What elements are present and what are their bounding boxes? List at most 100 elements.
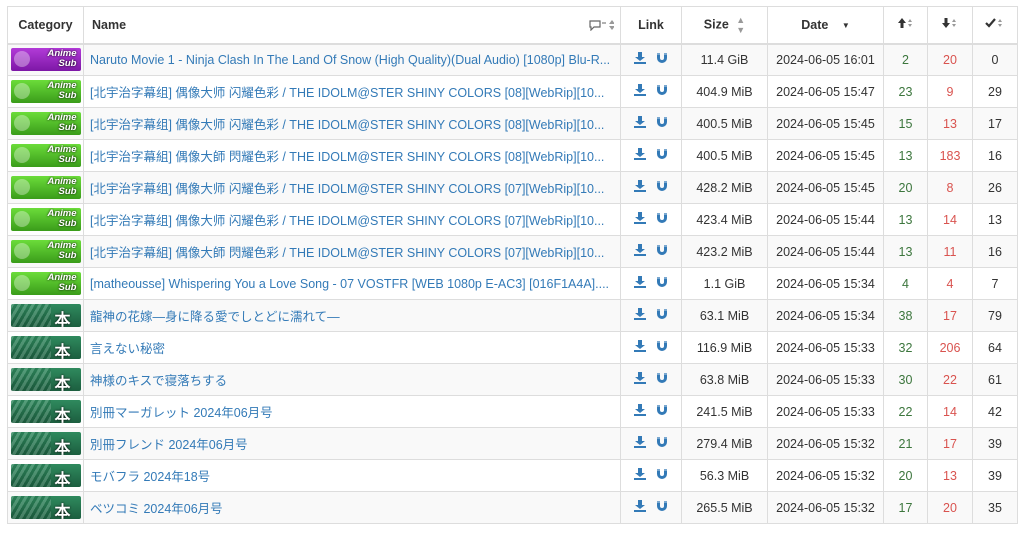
torrent-title-link[interactable]: [北宇治字幕組] 偶像大師 閃耀色彩 / THE IDOLM@STER SHIN… (90, 150, 604, 164)
category-book-badge[interactable]: 本 (10, 368, 81, 391)
download-icon[interactable] (634, 468, 646, 480)
name-cell: [matheousse] Whispering You a Love Song … (83, 267, 621, 300)
download-icon[interactable] (634, 500, 646, 512)
magnet-icon[interactable] (656, 84, 668, 96)
magnet-icon[interactable] (656, 308, 668, 320)
size-cell: 400.5 MiB (681, 107, 768, 140)
column-date[interactable]: Date ▼ (767, 6, 884, 45)
magnet-icon[interactable] (656, 52, 668, 64)
category-anime-sub-badge[interactable]: Anime Sub (10, 144, 81, 167)
date-cell: 2024-06-05 15:32 (767, 459, 884, 492)
category-anime-sub-badge[interactable]: Anime Sub (10, 272, 81, 295)
column-size[interactable]: Size ▲ ▼ (681, 6, 768, 45)
leechers-cell: 183 (927, 139, 973, 172)
leechers-cell: 14 (927, 203, 973, 236)
completed-cell: 42 (972, 395, 1018, 428)
link-cell (620, 171, 682, 204)
magnet-icon[interactable] (656, 436, 668, 448)
column-seeders[interactable] (883, 6, 928, 45)
download-icon[interactable] (634, 404, 646, 416)
download-icon[interactable] (634, 180, 646, 192)
category-cell: 本 (7, 363, 84, 396)
download-icon[interactable] (634, 84, 646, 96)
leechers-cell: 17 (927, 427, 973, 460)
category-cell: Anime Sub (7, 75, 84, 108)
torrent-title-link[interactable]: Naruto Movie 1 - Ninja Clash In The Land… (90, 53, 610, 67)
magnet-icon[interactable] (656, 244, 668, 256)
completed-cell: 39 (972, 459, 1018, 492)
size-cell: 428.2 MiB (681, 171, 768, 204)
date-cell: 2024-06-05 15:32 (767, 491, 884, 524)
download-icon[interactable] (634, 244, 646, 256)
column-name[interactable]: Name (83, 6, 621, 45)
comments-sort-icon[interactable] (588, 19, 615, 33)
download-icon[interactable] (634, 340, 646, 352)
name-cell: [北宇治字幕組] 偶像大師 閃耀色彩 / THE IDOLM@STER SHIN… (83, 139, 621, 172)
magnet-icon[interactable] (656, 500, 668, 512)
magnet-icon[interactable] (656, 276, 668, 288)
seeders-cell: 23 (883, 75, 928, 108)
torrent-title-link[interactable]: モバフラ 2024年18号 (90, 470, 210, 484)
magnet-icon[interactable] (656, 212, 668, 224)
category-book-badge[interactable]: 本 (10, 432, 81, 455)
badge-pattern (10, 368, 51, 391)
magnet-icon[interactable] (656, 180, 668, 192)
torrent-title-link[interactable]: 神様のキスで寝落ちする (90, 374, 227, 388)
category-anime-sub-badge[interactable]: Anime Sub (10, 80, 81, 103)
category-book-badge[interactable]: 本 (10, 336, 81, 359)
table-row: 本 モバフラ 2024年18号 56.3 MiB 2024-06-05 15:3… (7, 459, 1018, 492)
category-book-badge[interactable]: 本 (10, 496, 81, 519)
torrent-title-link[interactable]: [北宇治字幕组] 偶像大师 闪耀色彩 / THE IDOLM@STER SHIN… (90, 214, 604, 228)
download-icon[interactable] (634, 148, 646, 160)
torrent-title-link[interactable]: [北宇治字幕組] 偶像大師 閃耀色彩 / THE IDOLM@STER SHIN… (90, 246, 604, 260)
download-icon[interactable] (634, 308, 646, 320)
category-cell: Anime Sub (7, 267, 84, 300)
torrent-title-link[interactable]: 言えない秘密 (90, 342, 165, 356)
category-book-badge[interactable]: 本 (10, 304, 81, 327)
category-anime-sub-badge[interactable]: Anime Sub (10, 208, 81, 231)
category-book-badge[interactable]: 本 (10, 464, 81, 487)
magnet-icon[interactable] (656, 372, 668, 384)
badge-label: Anime Sub (47, 48, 77, 70)
name-cell: Naruto Movie 1 - Ninja Clash In The Land… (83, 43, 621, 76)
torrent-title-link[interactable]: [北宇治字幕组] 偶像大师 闪耀色彩 / THE IDOLM@STER SHIN… (90, 86, 604, 100)
column-category[interactable]: Category (7, 6, 84, 45)
download-icon[interactable] (634, 52, 646, 65)
table-row: Anime Sub Naruto Movie 1 - Ninja Clash In… (7, 43, 1018, 76)
torrent-title-link[interactable]: [matheousse] Whispering You a Love Song … (90, 277, 609, 291)
category-book-badge[interactable]: 本 (10, 400, 81, 423)
magnet-icon[interactable] (656, 116, 668, 128)
torrent-title-link[interactable]: [北宇治字幕组] 偶像大师 闪耀色彩 / THE IDOLM@STER SHIN… (90, 182, 604, 196)
badge-pattern (10, 304, 51, 327)
torrent-title-link[interactable]: 別冊マーガレット 2024年06月号 (90, 406, 273, 420)
download-icon[interactable] (634, 372, 646, 384)
download-icon[interactable] (634, 116, 646, 128)
magnet-icon[interactable] (656, 468, 668, 480)
table-row: 本 ベツコミ 2024年06月号 265.5 MiB 2024-06-05 15… (7, 491, 1018, 524)
leechers-cell: 9 (927, 75, 973, 108)
torrent-title-link[interactable]: [北宇治字幕组] 偶像大师 闪耀色彩 / THE IDOLM@STER SHIN… (90, 118, 604, 132)
leechers-cell: 8 (927, 171, 973, 204)
magnet-icon[interactable] (656, 148, 668, 160)
badge-label: 本 (54, 472, 71, 487)
column-completed[interactable] (972, 6, 1018, 45)
magnet-icon[interactable] (656, 340, 668, 352)
category-anime-sub-badge[interactable]: Anime Sub (10, 240, 81, 263)
badge-label: 本 (54, 408, 71, 423)
magnet-icon[interactable] (656, 404, 668, 416)
download-icon[interactable] (634, 212, 646, 224)
torrent-title-link[interactable]: ベツコミ 2024年06月号 (90, 502, 223, 516)
torrent-title-link[interactable]: 別冊フレンド 2024年06月号 (90, 438, 248, 452)
category-anime-sub-badge[interactable]: Anime Sub (10, 48, 81, 72)
seeders-cell: 17 (883, 491, 928, 524)
download-icon[interactable] (634, 276, 646, 288)
category-anime-sub-badge[interactable]: Anime Sub (10, 176, 81, 199)
badge-mascot-icon (13, 83, 30, 99)
badge-mascot-icon (13, 51, 30, 68)
download-icon[interactable] (634, 436, 646, 448)
category-cell: Anime Sub (7, 139, 84, 172)
torrent-title-link[interactable]: 龍神の花嫁―身に降る愛でしとどに濡れて― (90, 310, 340, 324)
category-anime-sub-badge[interactable]: Anime Sub (10, 112, 81, 135)
column-leechers[interactable] (927, 6, 973, 45)
leechers-cell: 13 (927, 107, 973, 140)
